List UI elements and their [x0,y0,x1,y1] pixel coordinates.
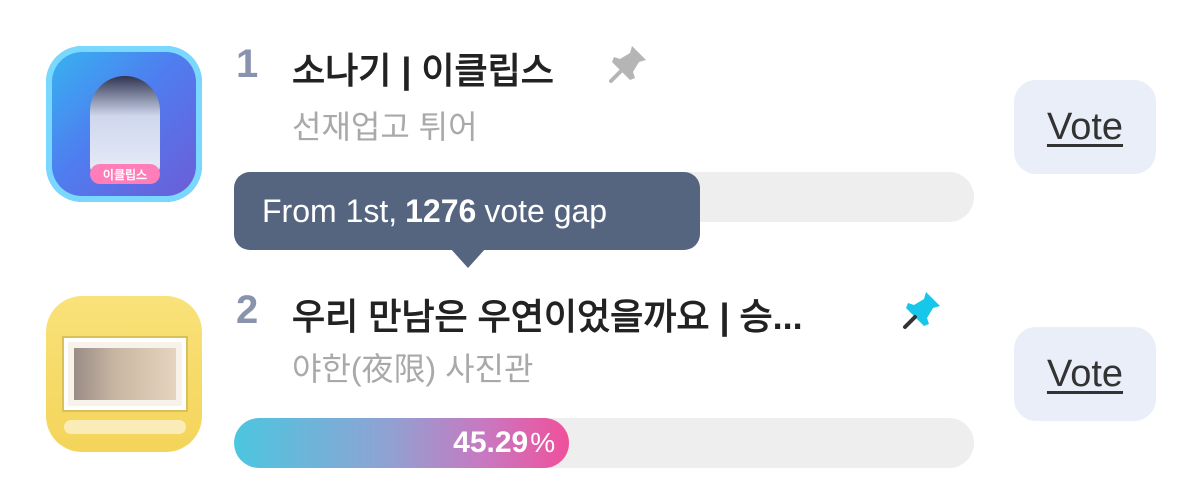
vote-button[interactable]: Vote [1014,327,1156,421]
pin-icon[interactable] [900,288,944,332]
thumbnail-tag: 이클립스 [90,164,160,184]
rank-number: 1 [236,42,259,86]
vote-gap-value: 1276 [405,192,477,229]
thumbnail-image: 이클립스 [46,46,202,202]
song-source: 선재업고 튀어 [292,109,478,145]
artist-figure [90,76,160,176]
song-source: 야한(夜限) 사진관 [292,351,534,387]
vote-percentage: 45.29% [453,426,555,460]
pin-icon[interactable] [606,42,650,86]
ranking-item-1: 이클립스 1 소나기 | 이클립스 선재업고 튀어 Vote From 1st,… [0,0,1200,268]
vote-progress-fill: 45.29% [234,418,570,468]
thumbnail-caption [64,420,186,434]
rank-number: 2 [236,288,259,332]
thumbnail-image [46,296,202,452]
tooltip-suffix: vote gap [484,192,608,229]
vote-gap-tooltip: From 1st, 1276 vote gap [234,172,700,268]
percentage-value: 45.29 [453,426,529,459]
song-title: 우리 만남은 우연이었을까요 | 승... [292,296,803,337]
vote-button[interactable]: Vote [1014,80,1156,174]
tooltip-prefix: From 1st, [262,192,398,229]
photo-frame [64,338,186,410]
percentage-sign: % [530,427,556,458]
song-title: 소나기 | 이클립스 [292,50,554,91]
ranking-item-2: 2 우리 만남은 우연이었을까요 | 승... 야한(夜限) 사진관 Vote … [0,250,1200,500]
vote-progress-track: 45.29% [234,418,974,468]
